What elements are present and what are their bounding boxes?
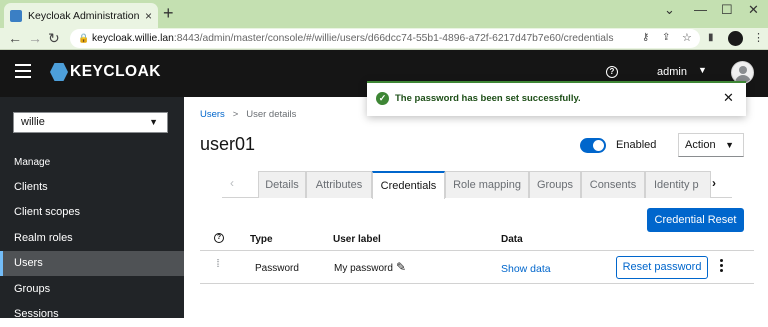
minimize-icon[interactable]: —	[694, 2, 707, 17]
sidebar-item-client-scopes[interactable]: Client scopes	[0, 200, 184, 225]
credential-user-label: My password	[334, 263, 393, 274]
show-data-link[interactable]: Show data	[501, 263, 551, 275]
sidebar-item-sessions[interactable]: Sessions	[0, 302, 184, 327]
sidebar-section-heading: Manage	[14, 157, 51, 168]
tab-groups[interactable]: Groups	[529, 171, 581, 198]
check-circle-icon: ✓	[376, 92, 389, 105]
pencil-edit-icon[interactable]: ✎	[396, 260, 406, 274]
browser-menu-icon[interactable]: ⋮	[753, 31, 764, 44]
url-path: :8443/admin/master/console/#/willie/user…	[173, 33, 614, 44]
breadcrumb: Users > User details	[200, 109, 296, 120]
column-header-user-label: User label	[333, 234, 381, 245]
breadcrumb-current: User details	[246, 109, 297, 120]
bookmark-star-icon[interactable]: ☆	[682, 31, 692, 44]
tab-attributes[interactable]: Attributes	[306, 171, 372, 198]
sidepanel-icon[interactable]: ▮	[708, 32, 714, 43]
drag-handle-icon[interactable]: ⁞⁞	[216, 259, 226, 270]
extension-icon[interactable]	[728, 31, 743, 46]
toast-message: The password has been set successfully.	[395, 93, 581, 104]
hamburger-menu-icon[interactable]	[15, 64, 31, 82]
tab-role-mapping[interactable]: Role mapping	[445, 171, 529, 198]
sidebar-item-groups[interactable]: Groups	[0, 277, 184, 302]
window-close-icon[interactable]: ✕	[748, 2, 759, 18]
close-icon[interactable]: ✕	[723, 90, 734, 106]
keycloak-favicon-icon	[10, 9, 22, 22]
key-icon[interactable]: ⚷	[642, 32, 649, 43]
user-menu[interactable]: admin	[657, 66, 687, 78]
lock-icon: 🔒	[78, 33, 90, 43]
tabs-scroll-right-icon[interactable]: ›	[712, 176, 716, 190]
reset-password-button[interactable]: Reset password	[616, 256, 708, 279]
reload-icon[interactable]: ↻	[48, 30, 60, 47]
browser-tab-bar: Keycloak Administration Console × + ⌄ — …	[0, 0, 768, 28]
column-header-type: Type	[250, 234, 273, 245]
help-icon[interactable]: ?	[214, 233, 224, 243]
page-title: user01	[200, 134, 256, 154]
sidebar-item-realm-roles[interactable]: Realm roles	[0, 226, 184, 251]
breadcrumb-separator: >	[232, 109, 239, 120]
new-tab-icon[interactable]: +	[163, 3, 174, 24]
enabled-switch[interactable]	[580, 138, 606, 153]
breadcrumb-link-users[interactable]: Users	[200, 109, 225, 120]
caret-down-icon: ▼	[725, 140, 734, 150]
forward-icon[interactable]: →	[28, 30, 42, 46]
caret-down-icon: ▼	[149, 117, 158, 127]
maximize-icon[interactable]: ☐	[721, 2, 733, 18]
tab-consents[interactable]: Consents	[581, 171, 645, 198]
column-header-data: Data	[501, 234, 523, 245]
action-dropdown[interactable]: Action ▼	[678, 133, 744, 157]
browser-tab-title: Keycloak Administration Console	[28, 9, 141, 22]
kebab-menu-icon[interactable]	[720, 259, 726, 274]
tab-credentials[interactable]: Credentials	[372, 171, 445, 199]
caret-down-icon[interactable]: ▼	[698, 65, 707, 75]
realm-selector-value: willie	[21, 116, 45, 128]
url-field[interactable]: 🔒 keycloak.willie.lan:8443/admin/master/…	[70, 29, 700, 48]
browser-tab[interactable]: Keycloak Administration Console ×	[4, 3, 158, 28]
keycloak-logo[interactable]: KEYCLOAK	[50, 63, 161, 81]
sidebar-item-clients[interactable]: Clients	[0, 175, 184, 200]
credential-type: Password	[255, 263, 299, 274]
logo-text: KEYCLOAK	[70, 63, 161, 80]
keycloak-hexagon-icon	[50, 63, 68, 81]
tab-list: Details Attributes Credentials Role mapp…	[222, 171, 732, 199]
address-bar: ← → ↻ 🔒 keycloak.willie.lan:8443/admin/m…	[0, 28, 768, 50]
tab-details[interactable]: Details	[258, 171, 306, 198]
sidebar-item-users[interactable]: Users	[0, 251, 184, 276]
chevron-down-icon[interactable]: ⌄	[664, 2, 675, 18]
url-host: keycloak.willie.lan	[92, 33, 174, 44]
success-toast: ✓ The password has been set successfully…	[367, 81, 746, 116]
table-row: ⁞⁞ Password My password ✎ Show data Rese…	[200, 250, 754, 284]
realm-selector[interactable]: willie ▼	[13, 112, 168, 133]
credentials-table-header: ? Type User label Data	[200, 228, 754, 250]
back-icon[interactable]: ←	[8, 30, 22, 46]
sidebar: willie ▼ Manage Clients Client scopes Re…	[0, 97, 184, 320]
help-icon[interactable]: ?	[606, 66, 618, 78]
main-content: Users > User details user01 Enabled Acti…	[184, 97, 768, 318]
share-icon[interactable]: ⇪	[662, 32, 670, 43]
enabled-label: Enabled	[616, 139, 657, 151]
tab-identity-provider-links[interactable]: Identity p	[645, 171, 711, 198]
action-dropdown-label: Action	[685, 139, 716, 151]
tab-close-icon[interactable]: ×	[145, 9, 152, 23]
